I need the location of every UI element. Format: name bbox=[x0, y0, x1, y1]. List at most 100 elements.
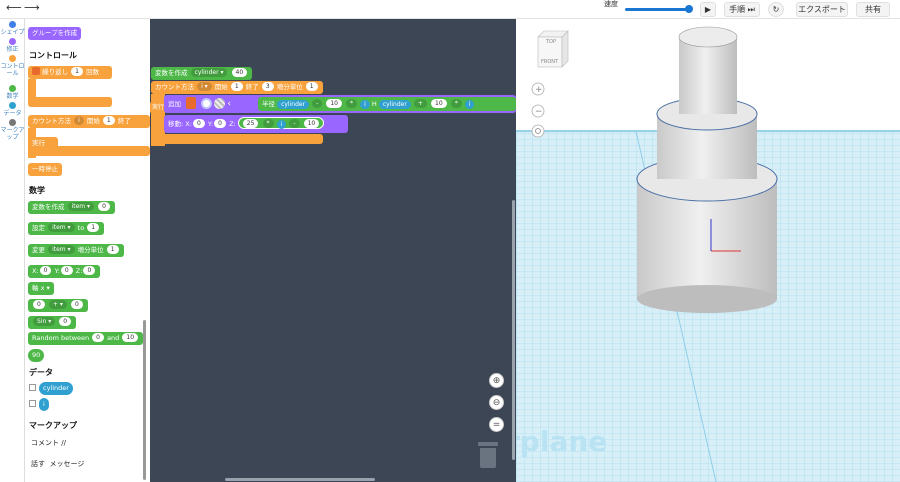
ws-create-var-dropdown[interactable]: cylinder ▾ bbox=[190, 68, 228, 77]
ws-create-variable-block[interactable]: 変数を作成 cylinder ▾ 40 bbox=[151, 67, 253, 80]
ws-count-step[interactable]: 1 bbox=[305, 82, 318, 91]
say-block[interactable]: 話す メッセージ bbox=[31, 459, 84, 469]
create-variable-block[interactable]: 変数を作成 item ▾ 0 bbox=[28, 201, 115, 214]
data-var-checkbox[interactable] bbox=[29, 384, 36, 391]
ws-dimensions-block[interactable]: 半径 cylinder - 10 * i H cylinder + 10 * i bbox=[258, 97, 516, 111]
step-button[interactable]: 手順 ⏭ bbox=[724, 2, 760, 17]
sin-value[interactable]: 0 bbox=[59, 317, 72, 326]
xyz-block[interactable]: X: 0 Y: 0 Z: 0 bbox=[28, 265, 101, 278]
collapse-chevron-icon[interactable]: ‹ bbox=[227, 99, 231, 109]
workspace-horizontal-scrollbar[interactable] bbox=[225, 478, 375, 481]
random-to[interactable]: 10 bbox=[122, 333, 139, 342]
axis-block[interactable]: 軸 x ▾ bbox=[28, 282, 54, 295]
view-cube-top-label[interactable]: TOP bbox=[545, 39, 556, 45]
change-variable-block[interactable]: 変更 item ▾ 増分単位 1 bbox=[28, 244, 124, 257]
arith-b-value[interactable]: 0 bbox=[70, 300, 83, 309]
arith-a-value[interactable]: 0 bbox=[33, 300, 45, 309]
category-math[interactable]: 数学 bbox=[0, 85, 25, 100]
category-data[interactable]: データ bbox=[0, 102, 25, 117]
ws-mz-a[interactable]: 25 bbox=[242, 119, 259, 128]
category-modify[interactable]: 修正 bbox=[0, 38, 25, 53]
repeat-count[interactable]: 1 bbox=[71, 67, 83, 76]
xyz-y-value[interactable]: 0 bbox=[60, 266, 73, 275]
ws-count-var-dropdown[interactable]: i ▾ bbox=[197, 82, 212, 91]
3d-viewport[interactable]: rplane TOP FRONT + − bbox=[516, 19, 900, 482]
create-var-value[interactable]: 0 bbox=[98, 202, 110, 211]
count-with-block[interactable]: カウント方法 i 開始 1 終了 bbox=[28, 115, 150, 128]
ws-mz-i[interactable]: i bbox=[276, 120, 287, 129]
cylinder-top-body[interactable] bbox=[679, 37, 737, 114]
ws-count-with-block[interactable]: カウント方法 i ▾ 開始 1 終了 3 増分単位 1 bbox=[151, 81, 323, 94]
arithmetic-block[interactable]: 0 + ▾ 0 bbox=[28, 299, 88, 312]
pause-block[interactable]: 一時停止 bbox=[28, 163, 62, 176]
share-button[interactable]: 共有 bbox=[856, 2, 890, 17]
view-zoom-in-button[interactable]: + bbox=[531, 82, 545, 96]
ws-radius-op2[interactable]: * bbox=[346, 99, 358, 108]
ws-radius-i[interactable]: i bbox=[360, 100, 370, 109]
view-fit-button[interactable] bbox=[531, 124, 545, 138]
ws-h-op[interactable]: + bbox=[413, 99, 427, 108]
ws-create-var-value[interactable]: 40 bbox=[231, 68, 248, 77]
data-var-cylinder[interactable]: cylinder bbox=[39, 382, 73, 395]
create-var-dropdown[interactable]: item ▾ bbox=[67, 202, 95, 211]
data-var-i[interactable]: i bbox=[39, 398, 49, 411]
repeat-block[interactable]: 繰り返し 1 回数 bbox=[28, 66, 112, 79]
color-picker-icon[interactable] bbox=[201, 98, 213, 109]
palette-scrollbar[interactable] bbox=[143, 320, 146, 480]
hole-toggle-icon[interactable] bbox=[214, 98, 226, 109]
arith-op-dropdown[interactable]: + ▾ bbox=[48, 300, 67, 309]
ws-h-var[interactable]: cylinder bbox=[378, 100, 411, 109]
data-var-checkbox[interactable] bbox=[29, 400, 36, 407]
ws-move-y-value[interactable]: 0 bbox=[214, 119, 226, 128]
reset-button[interactable]: ↻ bbox=[768, 2, 784, 17]
ws-mz-op2[interactable]: - bbox=[289, 119, 300, 128]
random-from[interactable]: 0 bbox=[92, 333, 104, 342]
random-block[interactable]: Random between 0 and 10 bbox=[28, 332, 144, 345]
change-var-dropdown[interactable]: item ▾ bbox=[48, 245, 75, 254]
count-var-dropdown[interactable]: i bbox=[74, 116, 84, 125]
create-group-block[interactable]: グループを作成 bbox=[28, 27, 82, 40]
ws-radius-num[interactable]: 10 bbox=[326, 99, 342, 108]
cylinder-shape-icon[interactable] bbox=[186, 97, 197, 109]
speed-slider-knob[interactable] bbox=[685, 5, 693, 13]
set-variable-block[interactable]: 設定 item ▾ to 1 bbox=[28, 222, 105, 235]
sin-block[interactable]: Sin ▾ 0 bbox=[28, 316, 77, 329]
ws-mz-op[interactable]: * bbox=[262, 119, 274, 128]
speed-slider[interactable] bbox=[625, 8, 689, 11]
ws-h-i[interactable]: i bbox=[464, 100, 475, 109]
category-control[interactable]: コントロール bbox=[0, 55, 25, 77]
view-cube[interactable]: TOP FRONT bbox=[537, 30, 569, 68]
code-workspace[interactable]: 変数を作成 cylinder ▾ 40 カウント方法 i ▾ 開始 1 終了 3… bbox=[150, 19, 516, 482]
sin-dropdown[interactable]: Sin ▾ bbox=[33, 317, 56, 326]
view-cube-front-label[interactable]: FRONT bbox=[541, 59, 559, 65]
ws-radius-op[interactable]: - bbox=[312, 99, 323, 108]
ws-h-num[interactable]: 10 bbox=[431, 99, 447, 108]
xyz-z-value[interactable]: 0 bbox=[83, 266, 96, 275]
say-message[interactable]: メッセージ bbox=[49, 460, 84, 468]
ws-count-end[interactable]: 3 bbox=[261, 82, 274, 91]
view-zoom-out-button[interactable]: − bbox=[531, 104, 545, 118]
category-markup[interactable]: マークアップ bbox=[0, 119, 25, 141]
redo-icon[interactable]: ⟶ bbox=[24, 1, 40, 14]
change-var-value[interactable]: 1 bbox=[106, 245, 119, 254]
ws-move-x-value[interactable]: 0 bbox=[192, 119, 205, 128]
export-button[interactable]: エクスポート bbox=[796, 2, 848, 17]
zoom-reset-button[interactable]: = bbox=[489, 417, 504, 432]
category-shapes[interactable]: シェイプ bbox=[0, 21, 25, 36]
workspace-vertical-scrollbar[interactable] bbox=[512, 200, 515, 460]
ws-move-block[interactable]: 移動: X: 0 Y: 0 Z: 25 * i - 10 bbox=[164, 115, 348, 133]
zoom-out-button[interactable]: ⊖ bbox=[489, 395, 504, 410]
ws-radius-var[interactable]: cylinder bbox=[277, 100, 310, 109]
ws-move-z-expression[interactable]: 25 * i - 10 bbox=[237, 117, 325, 129]
set-var-dropdown[interactable]: item ▾ bbox=[48, 223, 75, 232]
xyz-x-value[interactable]: 0 bbox=[39, 266, 52, 275]
play-button[interactable]: ▶ bbox=[700, 2, 716, 17]
zoom-in-button[interactable]: ⊕ bbox=[489, 373, 504, 388]
set-var-value[interactable]: 1 bbox=[87, 223, 100, 232]
ws-count-start[interactable]: 1 bbox=[230, 82, 243, 91]
trash-icon[interactable] bbox=[478, 442, 498, 468]
count-start-value[interactable]: 1 bbox=[102, 116, 115, 125]
comment-block[interactable]: コメント // bbox=[31, 438, 66, 448]
undo-icon[interactable]: ⟵ bbox=[6, 1, 22, 14]
ws-mz-b[interactable]: 10 bbox=[303, 119, 320, 128]
